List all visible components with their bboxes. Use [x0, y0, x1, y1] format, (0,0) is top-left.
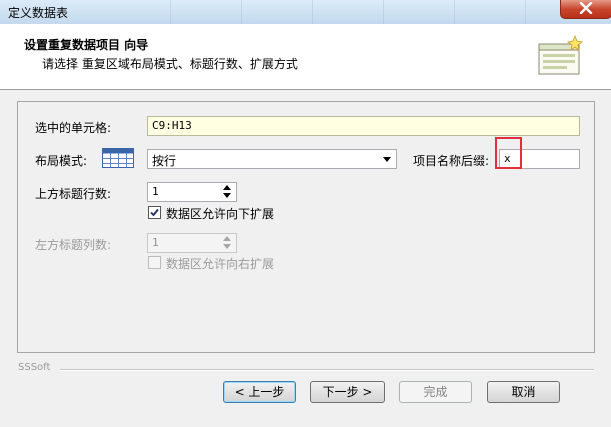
footer-separator	[60, 369, 594, 371]
spin-down-icon[interactable]	[223, 193, 231, 198]
spin-up-icon[interactable]	[223, 236, 231, 241]
expand-right-checkbox[interactable]	[148, 256, 161, 269]
next-button[interactable]: 下一步 >	[310, 381, 385, 403]
expand-right-label: 数据区允许向右扩展	[166, 257, 275, 271]
close-icon	[579, 2, 593, 14]
layout-mode-label: 布局模式:	[35, 154, 88, 168]
expand-down-label: 数据区允许向下扩展	[166, 207, 275, 221]
background-window-strip	[100, 0, 550, 24]
cancel-button[interactable]: 取消	[487, 381, 560, 403]
left-title-cols-label: 左方标题列数:	[35, 238, 112, 252]
spinner-buttons-disabled[interactable]	[220, 235, 235, 251]
top-title-rows-value: 1	[152, 185, 159, 198]
window-title: 定义数据表	[8, 6, 69, 20]
left-title-cols-spinner[interactable]: 1	[147, 233, 237, 253]
layout-mode-select[interactable]: 按行	[147, 149, 397, 169]
chevron-down-icon	[383, 157, 391, 162]
top-title-rows-spinner[interactable]: 1	[147, 182, 237, 202]
close-button[interactable]	[560, 0, 611, 19]
brand-label: SSSoft	[18, 362, 51, 373]
wizard-header: 设置重复数据项目 向导 请选择 重复区域布局模式、标题行数、扩展方式	[0, 24, 611, 90]
checkmark-icon	[150, 208, 159, 217]
wizard-subtitle: 请选择 重复区域布局模式、标题行数、扩展方式	[42, 57, 298, 71]
layout-mode-value: 按行	[152, 154, 177, 168]
wizard-icon	[538, 34, 583, 75]
selected-cell-label: 选中的单元格:	[35, 121, 112, 135]
suffix-label: 项目名称后缀:	[413, 154, 490, 168]
left-title-cols-value: 1	[152, 236, 159, 249]
top-title-rows-label: 上方标题行数:	[35, 187, 112, 201]
spin-up-icon[interactable]	[223, 185, 231, 190]
spin-down-icon[interactable]	[223, 244, 231, 249]
window-titlebar: 定义数据表	[0, 0, 611, 25]
expand-down-checkbox[interactable]	[148, 206, 161, 219]
table-grid-icon	[102, 148, 134, 168]
finish-button[interactable]: 完成	[399, 381, 472, 403]
prev-button[interactable]: < 上一步	[223, 381, 296, 403]
spinner-buttons[interactable]	[220, 184, 235, 200]
selected-cell-field[interactable]: C9:H13	[147, 116, 580, 136]
wizard-title: 设置重复数据项目 向导	[24, 38, 149, 52]
highlight-annotation-box	[495, 137, 522, 169]
